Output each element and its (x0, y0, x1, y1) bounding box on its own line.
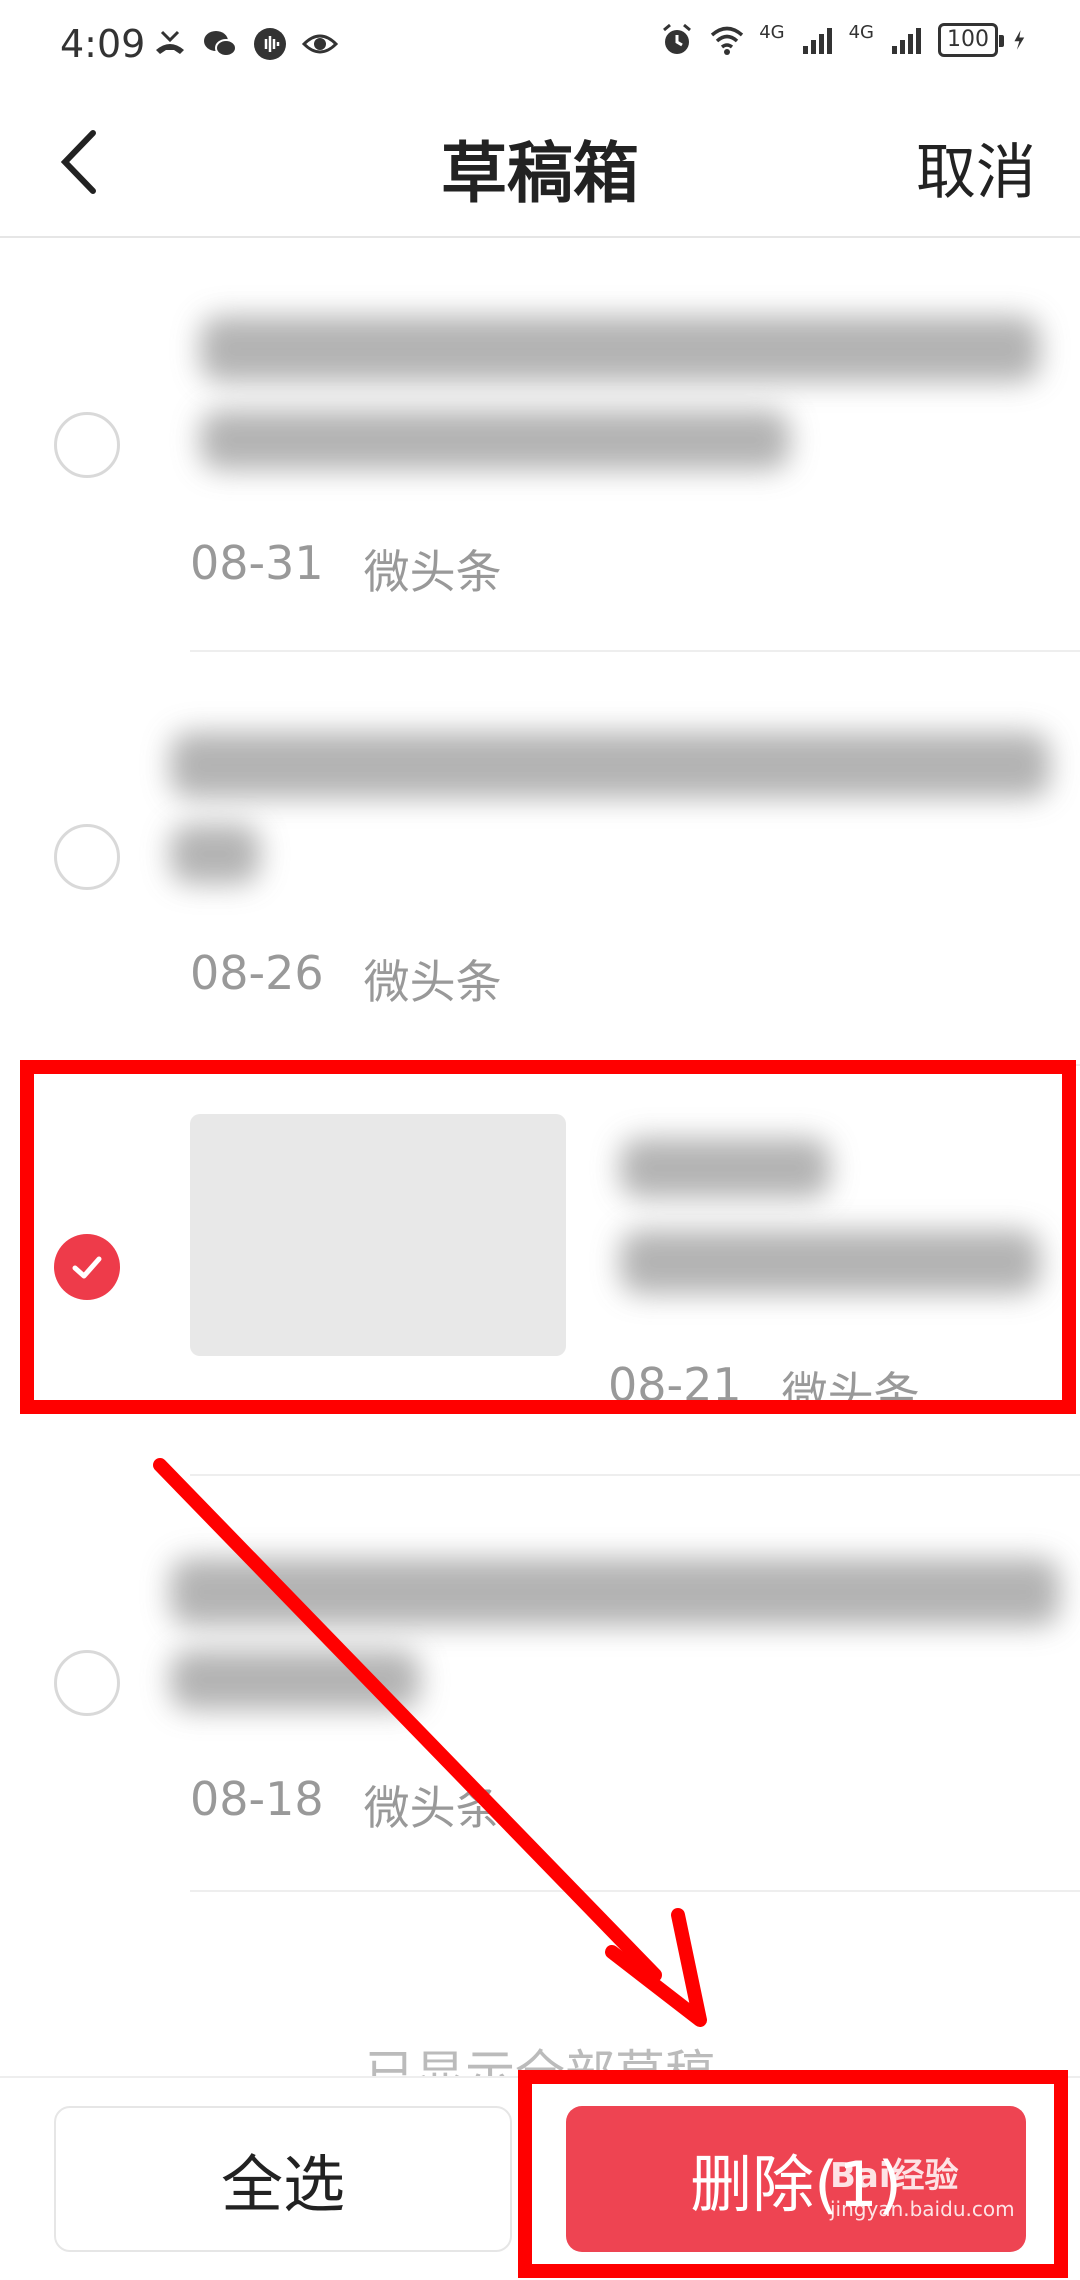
draft-source: 微头条 (363, 545, 502, 599)
audio-icon (254, 28, 286, 60)
select-radio[interactable] (54, 412, 120, 478)
cancel-button[interactable]: 取消 (916, 124, 1036, 211)
draft-date: 08-18 (190, 1772, 324, 1826)
annotation-box-selected-item (20, 1060, 1076, 1414)
blurred-title (170, 824, 260, 884)
wechat-icon (204, 31, 237, 57)
select-all-button[interactable]: 全选 (54, 2106, 512, 2252)
missed-call-icon (156, 30, 184, 54)
blurred-title (170, 1650, 420, 1710)
draft-source: 微头条 (363, 955, 502, 1009)
blurred-title (200, 410, 790, 470)
divider (190, 650, 1080, 652)
blurred-title (170, 1558, 1060, 1626)
draft-item[interactable]: 08-26 微头条 (0, 654, 1080, 1066)
battery-icon: 100 (938, 23, 1004, 57)
draft-date: 08-31 (190, 536, 324, 590)
blurred-title (170, 732, 1050, 798)
network-type-2: 4G (848, 21, 874, 43)
signal-icon (802, 28, 832, 54)
draft-item[interactable]: 08-18 微头条 (0, 1478, 1080, 1894)
draft-item[interactable]: 08-31 微头条 (0, 240, 1080, 652)
wifi-icon (711, 26, 744, 55)
annotation-box-delete-button (518, 2070, 1068, 2278)
draft-source: 微头条 (363, 1781, 502, 1835)
select-radio[interactable] (54, 824, 120, 890)
divider (190, 1474, 1080, 1476)
status-bar: 4:09 4G 4G 100 (0, 0, 1080, 92)
status-time: 4:09 (60, 22, 146, 66)
divider (190, 1890, 1080, 1892)
signal-icon (892, 28, 921, 54)
top-app-bar: 草稿箱 取消 (0, 92, 1080, 238)
network-type-1: 4G (759, 21, 785, 43)
blurred-title (200, 316, 1040, 382)
charging-icon (1014, 30, 1025, 50)
alarm-icon (663, 23, 692, 54)
eye-icon (302, 34, 338, 54)
draft-date: 08-26 (190, 946, 324, 1000)
select-radio[interactable] (54, 1650, 120, 1716)
